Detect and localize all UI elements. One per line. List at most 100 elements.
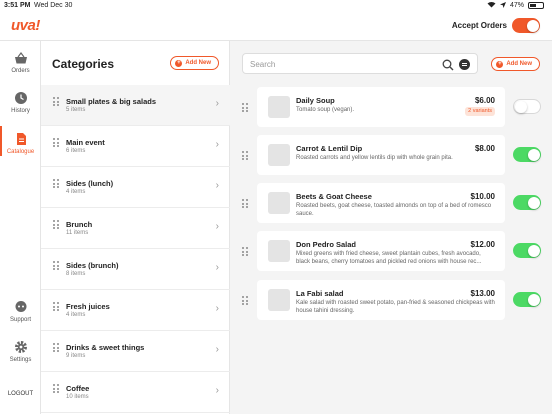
drag-handle-icon[interactable] [53, 220, 59, 229]
item-availability-toggle[interactable] [513, 147, 541, 162]
chevron-right-icon: › [215, 98, 219, 109]
plus-icon: + [175, 59, 183, 67]
item-row: Daily Soup Tomato soup (vegan). $6.00 2 var… [230, 87, 552, 129]
category-row[interactable]: Drinks & sweet things 9 items › [41, 331, 230, 372]
item-card[interactable]: Daily Soup Tomato soup (vegan). $6.00 2 var… [257, 87, 505, 127]
battery-icon [528, 2, 544, 9]
item-card[interactable]: Beets & Goat Cheese Roasted beets, goat c… [257, 183, 505, 223]
chevron-right-icon: › [215, 262, 219, 273]
chevron-right-icon: › [215, 303, 219, 314]
item-description: Kale salad with roasted sweet potato, pa… [296, 300, 495, 314]
item-name: La Fabi salad [296, 289, 344, 298]
rail-item-support[interactable]: Support [0, 300, 41, 323]
item-availability-toggle[interactable] [513, 195, 541, 210]
category-name: Sides (brunch) [66, 261, 119, 270]
status-date: Wed Dec 30 [34, 2, 73, 9]
item-name: Carrot & Lentil Dip [296, 144, 363, 153]
drag-handle-icon[interactable] [242, 296, 248, 305]
category-count: 6 items [66, 148, 86, 154]
category-row[interactable]: Fresh juices 4 items › [41, 290, 230, 331]
rail-item-orders[interactable]: Orders [0, 51, 41, 74]
rail-label-catalogue: Catalogue [6, 149, 35, 155]
rail-item-settings[interactable]: Settings [0, 340, 41, 363]
rail-item-history[interactable]: History [0, 91, 41, 114]
drag-handle-icon[interactable] [53, 179, 59, 188]
drag-handle-icon[interactable] [53, 302, 59, 311]
item-thumbnail [268, 240, 290, 262]
accept-orders-label: Accept Orders [451, 21, 507, 30]
item-price: $6.00 [474, 96, 495, 105]
category-count: 11 items [66, 230, 89, 236]
category-row[interactable]: Brunch 11 items › [41, 208, 230, 249]
add-category-button[interactable]: + Add New [170, 56, 219, 70]
category-count: 4 items [66, 312, 86, 318]
app-logo: uva! [11, 17, 40, 34]
drag-handle-icon[interactable] [242, 247, 248, 256]
drag-handle-icon[interactable] [242, 103, 248, 112]
chevron-right-icon: › [215, 180, 219, 191]
accept-orders-toggle[interactable] [512, 18, 540, 33]
location-icon [499, 1, 506, 10]
category-count: 5 items [66, 107, 86, 113]
categories-title: Categories [52, 57, 115, 71]
plus-icon: + [496, 60, 504, 68]
item-name: Daily Soup [296, 96, 335, 105]
chevron-right-icon: › [215, 385, 219, 396]
nav-rail: Orders History Catalogue Support Setting… [0, 41, 41, 414]
add-item-button[interactable]: + Add New [491, 57, 540, 71]
battery-percent: 47% [509, 2, 524, 9]
search-bar [242, 53, 478, 74]
category-name: Sides (lunch) [66, 179, 114, 188]
item-row: Carrot & Lentil Dip Roasted carrots and y… [230, 135, 552, 177]
gear-icon [14, 340, 28, 354]
item-price: $13.00 [470, 289, 495, 298]
item-availability-toggle[interactable] [513, 292, 541, 307]
category-row[interactable]: Main event 6 items › [41, 126, 230, 167]
drag-handle-icon[interactable] [53, 97, 59, 106]
add-category-label: Add New [185, 60, 211, 66]
item-card[interactable]: Don Pedro Salad Mixed greens with fried c… [257, 231, 505, 271]
filter-icon[interactable] [459, 59, 470, 70]
item-description: Roasted beets, goat cheese, toasted almo… [296, 203, 492, 217]
category-row[interactable]: Coffee 10 items › [41, 372, 230, 413]
item-row: Beets & Goat Cheese Roasted beets, goat c… [230, 183, 552, 225]
search-icon[interactable] [442, 58, 454, 76]
categories-panel: Categories + Add New Small plates & big … [41, 41, 230, 414]
item-row: Don Pedro Salad Mixed greens with fried c… [230, 231, 552, 273]
search-input[interactable] [250, 58, 430, 70]
drag-handle-icon[interactable] [53, 138, 59, 147]
drag-handle-icon[interactable] [53, 261, 59, 270]
item-availability-toggle[interactable] [513, 243, 541, 258]
drag-handle-icon[interactable] [242, 151, 248, 160]
category-row[interactable]: Sides (brunch) 8 items › [41, 249, 230, 290]
wifi-icon [487, 1, 496, 10]
status-bar: 3:51 PM Wed Dec 30 47% [0, 0, 552, 12]
item-card[interactable]: La Fabi salad Kale salad with roasted swe… [257, 280, 505, 320]
item-name: Don Pedro Salad [296, 240, 357, 249]
item-thumbnail [268, 96, 290, 118]
chevron-right-icon: › [215, 139, 219, 150]
item-thumbnail [268, 144, 290, 166]
chevron-right-icon: › [215, 344, 219, 355]
category-row[interactable]: Small plates & big salads 5 items › [41, 85, 230, 126]
category-count: 9 items [66, 353, 86, 359]
rail-item-catalogue[interactable]: Catalogue [0, 126, 41, 156]
drag-handle-icon[interactable] [53, 343, 59, 352]
chat-icon [14, 300, 28, 314]
item-thumbnail [268, 289, 290, 311]
item-row: La Fabi salad Kale salad with roasted swe… [230, 280, 552, 322]
app-header: uva! Accept Orders [0, 12, 552, 41]
item-name: Beets & Goat Cheese [296, 192, 372, 201]
logout-button[interactable]: LOGOUT [0, 391, 41, 397]
item-availability-toggle[interactable] [513, 99, 541, 114]
drag-handle-icon[interactable] [242, 199, 248, 208]
category-count: 4 items [66, 189, 86, 195]
category-name: Fresh juices [66, 302, 110, 311]
drag-handle-icon[interactable] [53, 384, 59, 393]
item-card[interactable]: Carrot & Lentil Dip Roasted carrots and y… [257, 135, 505, 175]
category-name: Main event [66, 138, 105, 147]
document-icon [14, 132, 28, 146]
category-row[interactable]: Sides (lunch) 4 items › [41, 167, 230, 208]
variants-badge: 2 variants [465, 107, 495, 116]
items-panel: + Add New Daily SoupTomato soup (vegan).… [230, 41, 552, 414]
